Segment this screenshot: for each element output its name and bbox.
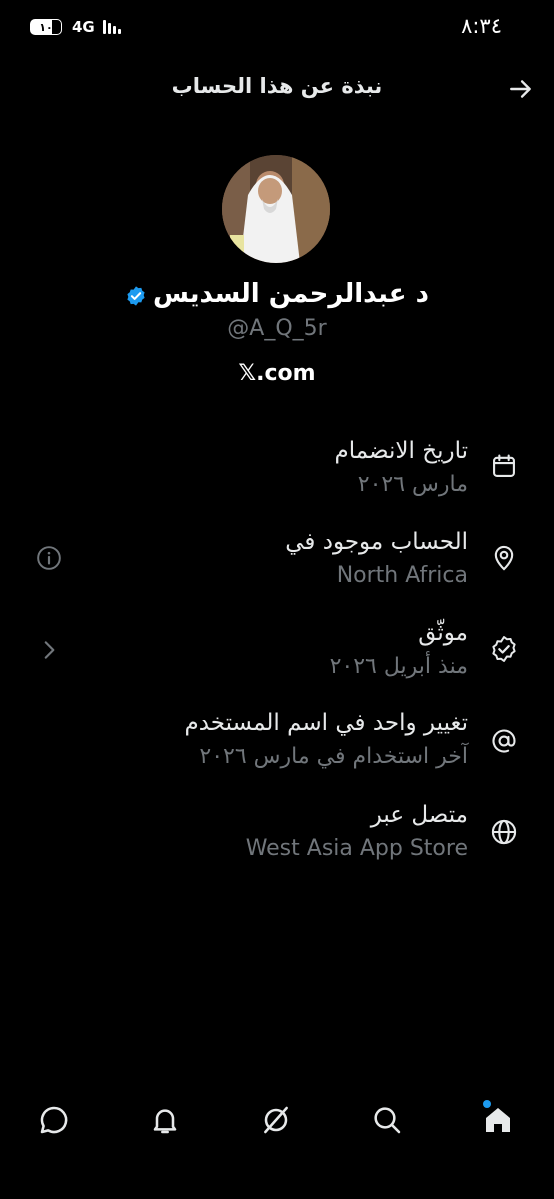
profile-handle: @A_Q_5r [227,316,327,341]
x-logo-icon: 𝕏 [238,361,257,386]
home-icon[interactable] [482,1104,514,1136]
verified-outline-icon [490,635,518,663]
arrow-right-icon[interactable] [508,76,534,102]
battery-level: ١٠ [39,20,53,34]
search-icon[interactable] [371,1104,403,1136]
profile-display-name: د عبدالرحمن السديس [0,279,554,309]
network-label: 4G [72,18,95,36]
verified-badge-icon[interactable] [125,284,147,306]
info-icon[interactable] [36,545,62,571]
row-location-title: الحساب موجود في [285,529,468,555]
row-location-value: North Africa [336,563,468,588]
row-join-date-value: مارس ٢٠٢٦ [357,472,468,497]
status-time: ٨:٣٤ [461,14,502,38]
avatar[interactable] [222,155,330,263]
grok-icon[interactable] [260,1104,292,1136]
calendar-icon [490,452,518,480]
chevron-right-icon[interactable] [36,637,62,663]
signal-icon [102,20,121,34]
row-connected-value: West Asia App Store [245,836,468,861]
profile-domain[interactable]: 𝕏.com [0,361,554,386]
display-name-text: د عبدالرحمن السديس [153,279,429,309]
status-bar-left: ١٠ 4G [30,18,121,36]
globe-icon [490,818,518,846]
bell-icon[interactable] [149,1104,181,1136]
row-username-value: آخر استخدام في مارس ٢٠٢٦ [199,744,468,769]
row-join-date-title: تاريخ الانضمام [334,438,468,464]
home-notification-dot [483,1100,491,1108]
at-sign-icon [490,727,518,755]
row-verified-value: منذ أبريل ٢٠٢٦ [329,654,468,679]
row-username-title: تغيير واحد في اسم المستخدم [184,710,468,736]
location-pin-icon [490,544,518,572]
domain-label: .com [256,361,316,386]
row-connected-title: متصل عبر [370,802,468,828]
row-verified-title: موثّق [418,620,468,646]
battery-icon: ١٠ [30,19,62,35]
page-title: نبذة عن هذا الحساب [171,74,383,98]
chat-icon[interactable] [38,1104,70,1136]
